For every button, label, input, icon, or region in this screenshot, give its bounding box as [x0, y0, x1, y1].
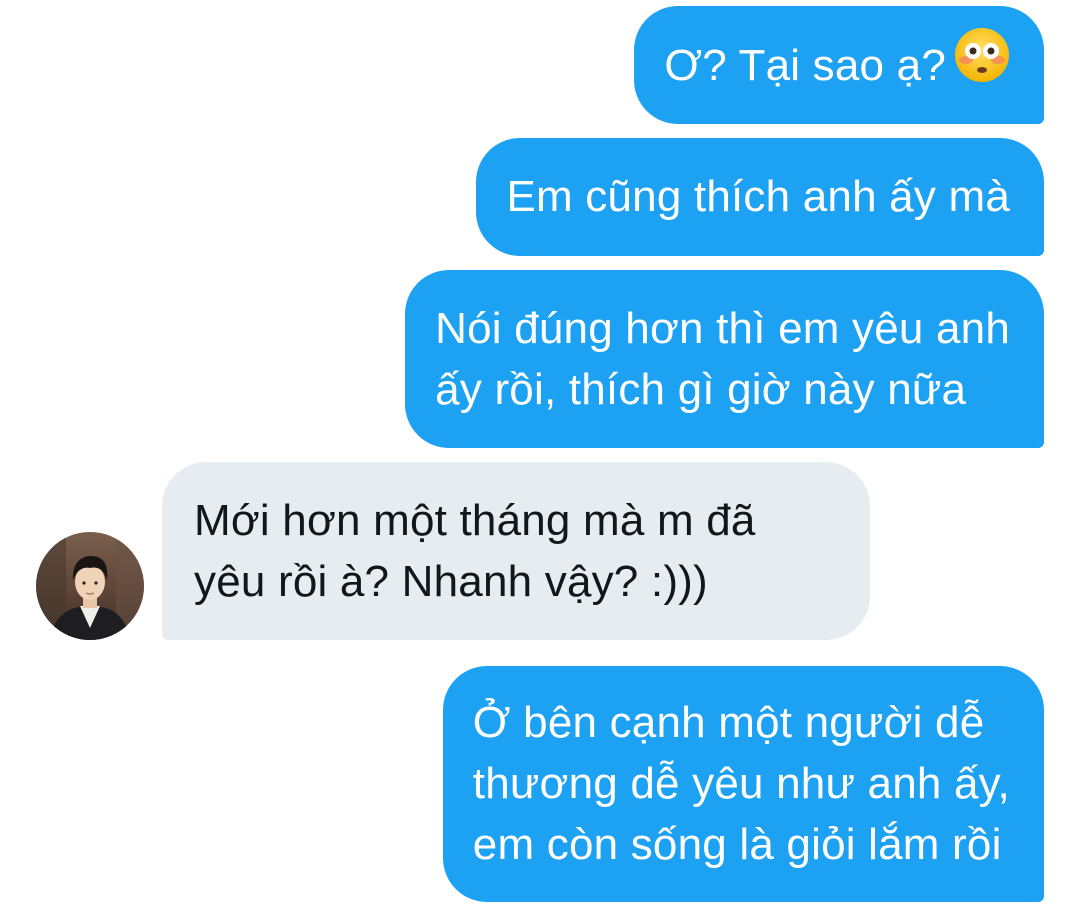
message-line: Nói đúng hơn thì em yêu anh — [435, 304, 1010, 353]
flushed-face-emoji-icon — [954, 27, 1010, 99]
message-line: Mới hơn một tháng mà m đã — [194, 496, 756, 545]
contact-avatar[interactable] — [36, 532, 144, 640]
message-text: Em cũng thích anh ấy mà — [506, 172, 1010, 221]
message-line: ấy rồi, thích gì giờ này nữa — [435, 365, 967, 414]
message-text: Ơ? Tại sao ạ? — [664, 41, 946, 90]
outgoing-message-bubble[interactable]: Ở bên cạnh một người dễ thương dễ yêu nh… — [442, 666, 1044, 902]
contact-avatar-icon — [36, 532, 144, 640]
outgoing-message-bubble[interactable]: Ơ? Tại sao ạ? — [634, 6, 1044, 124]
incoming-message-bubble[interactable]: Mới hơn một tháng mà m đã yêu rồi à? Nha… — [162, 462, 870, 640]
outgoing-message-bubble[interactable]: Em cũng thích anh ấy mà — [476, 138, 1044, 256]
outgoing-message-bubble[interactable]: Nói đúng hơn thì em yêu anh ấy rồi, thíc… — [405, 270, 1044, 448]
message-line: thương dễ yêu như anh ấy, — [472, 759, 1010, 808]
message-line: Ở bên cạnh một người dễ — [472, 698, 985, 747]
message-line: yêu rồi à? Nhanh vậy? :))) — [194, 557, 708, 606]
chat-thread: Ơ? Tại sao ạ? Em cũng thích anh ấy mà Nó… — [0, 0, 1080, 910]
message-line: em còn sống là giỏi lắm rồi — [472, 820, 1002, 869]
